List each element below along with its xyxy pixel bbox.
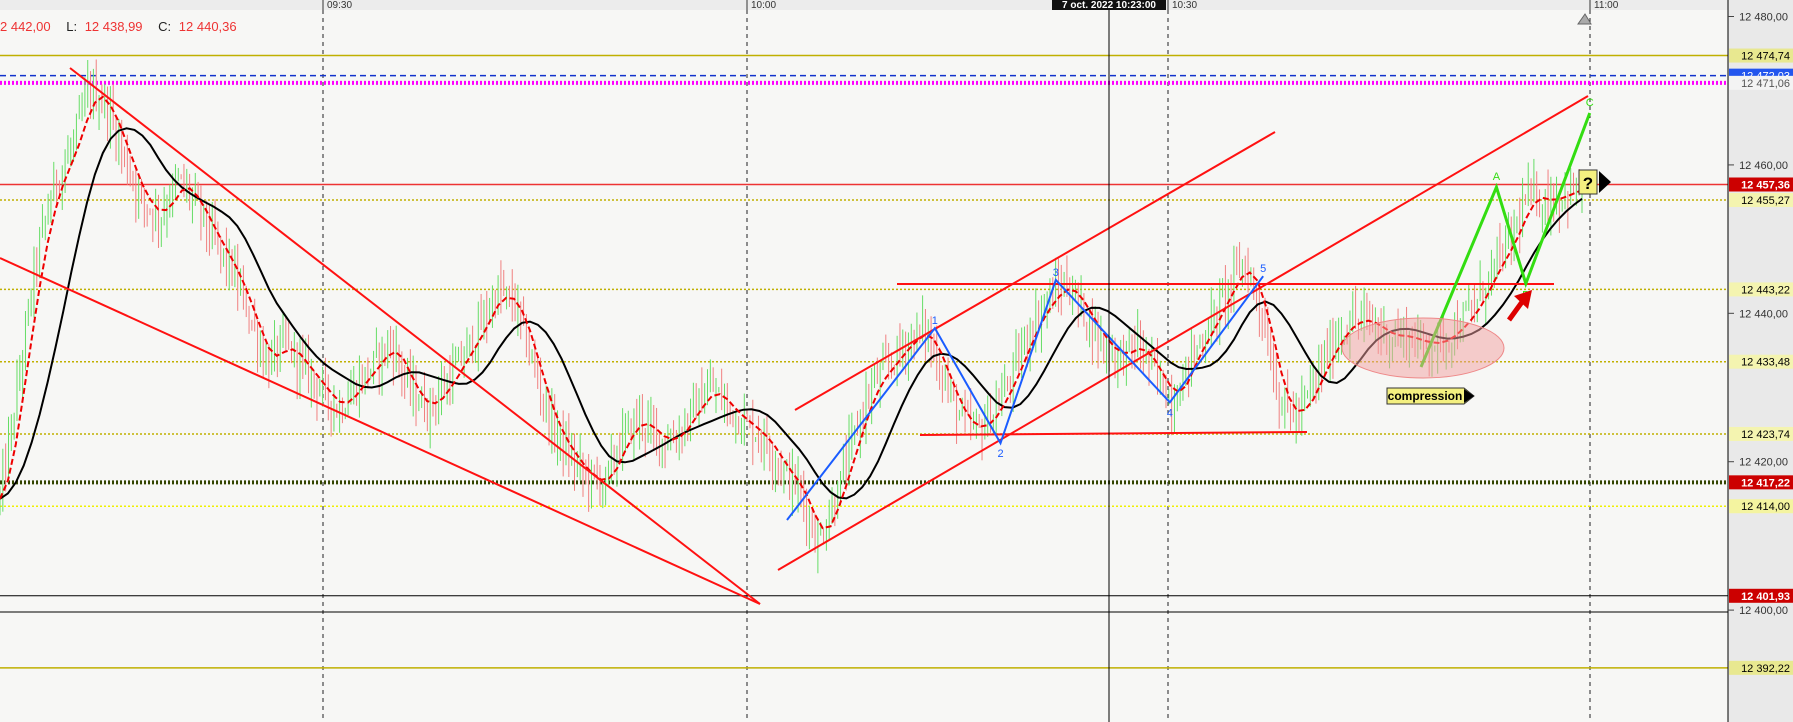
close-label: C:: [158, 19, 171, 34]
price-tick-label: 12 400,00: [1739, 605, 1788, 617]
compression-zone: [1341, 317, 1505, 379]
price-level-badge-label: 12 392,22: [1741, 663, 1790, 675]
price-level-badge-label: 12 423,74: [1741, 429, 1790, 441]
price-tick-label: 12 480,00: [1739, 12, 1788, 24]
price-tick-label: 12 460,00: [1739, 160, 1788, 172]
time-tick-label: 09:30: [327, 0, 352, 11]
compression-label: compression: [1388, 389, 1463, 403]
time-tick-label: 10:00: [751, 0, 776, 11]
time-tick-label: 10:30: [1172, 0, 1197, 11]
wave-label: 4: [1167, 407, 1173, 419]
price-level-badge-label: 12 455,27: [1741, 195, 1790, 207]
time-tick-label: 11:00: [1594, 0, 1619, 11]
wave-label: 5: [1260, 263, 1266, 275]
projection-label: A: [1493, 171, 1501, 183]
close-value: 12 440,36: [179, 19, 237, 34]
price-level-badge-label: 12 433,48: [1741, 357, 1790, 369]
price-level-badge-label: 12 474,74: [1741, 51, 1790, 63]
low-label: L:: [66, 19, 77, 34]
ohlc-header: 2 442,00 L: 12 438,99 C: 12 440,36: [0, 19, 237, 34]
projection-label: C: [1586, 97, 1594, 109]
trading-chart[interactable]: 09:3010:0010:3011:00 12345ABC 7 oct. 202…: [0, 0, 1793, 722]
price-level-badge-label: 12 414,00: [1741, 501, 1790, 513]
price-level-badge-label: 12 443,22: [1741, 284, 1790, 296]
price-tick-label: 12 420,00: [1739, 457, 1788, 469]
open-value: 2 442,00: [0, 19, 51, 34]
price-tick-label: 12 440,00: [1739, 308, 1788, 320]
price-level-badge-label: 12 457,36: [1741, 180, 1790, 192]
wave-label: 2: [997, 448, 1003, 460]
price-level-badge-label: 12 401,93: [1741, 591, 1790, 603]
price-level-badge-label: 12 471,06: [1741, 78, 1790, 90]
question-mark-label: ?: [1583, 174, 1593, 193]
price-level-badge-label: 12 417,22: [1741, 477, 1790, 489]
low-value: 12 438,99: [85, 19, 143, 34]
wave-label: 3: [1053, 267, 1059, 279]
time-axis-bar[interactable]: [0, 0, 1728, 10]
crosshair-date-label: 7 oct. 2022 10:23:00: [1062, 0, 1156, 11]
wave-label: 1: [932, 315, 938, 327]
